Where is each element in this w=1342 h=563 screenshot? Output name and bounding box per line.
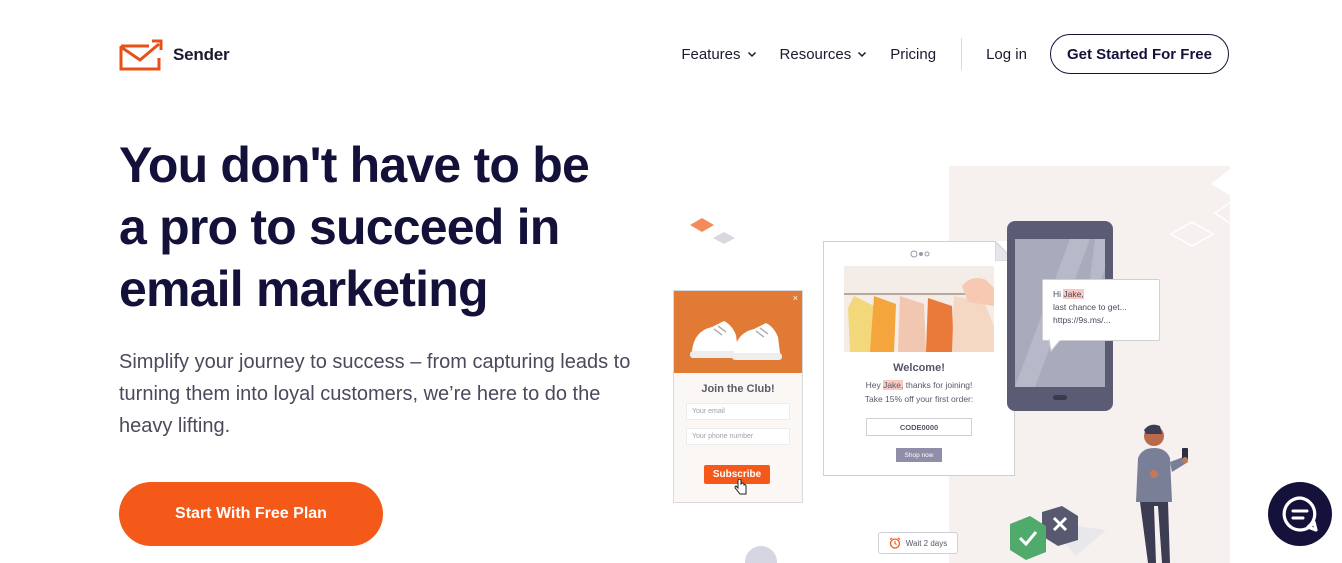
nav-features[interactable]: Features [681, 46, 756, 63]
nav-links: Features Resources Pricing Log in Get St… [681, 34, 1229, 74]
cursor-hand-icon [734, 479, 747, 495]
sms-message-bubble: Hi Jake, last chance to get... https://9… [1042, 279, 1160, 352]
nav-resources[interactable]: Resources [780, 46, 868, 63]
nav-divider [961, 38, 963, 70]
email-offer-line: Take 15% off your first order: [864, 394, 974, 404]
popup-phone-field: Your phone number [686, 428, 790, 445]
sms-greeting-line: Hi Jake, [1053, 288, 1149, 301]
popup-title: Join the Club! [701, 383, 775, 395]
clothes-rack-image [844, 266, 994, 352]
sender-logo[interactable]: Sender [119, 38, 230, 72]
wait-delay-chip: Wait 2 days [878, 532, 958, 554]
decorative-circle-icon [745, 546, 777, 563]
sneakers-icon [690, 321, 782, 360]
alarm-clock-icon [889, 537, 901, 549]
welcome-email-card: Welcome! Hey Jake, thanks for joining! T… [823, 241, 1015, 476]
hero-subtitle: Simplify your journey to success – from … [119, 351, 631, 437]
email-name-highlight: Jake, [883, 380, 904, 390]
signup-popup-card: × Join the Club! Your email Your phone n… [673, 290, 803, 503]
dots-icon [910, 250, 930, 258]
corner-shapes-icon [1211, 168, 1231, 225]
hero-title-line-2: a pro to succeed in [119, 199, 560, 255]
email-welcome-heading: Welcome! [893, 362, 945, 374]
hero-title-line-3: email marketing [119, 261, 489, 317]
shop-now-button: Shop now [896, 448, 942, 462]
envelope-logo-icon [119, 39, 163, 71]
nav-resources-label: Resources [779, 45, 852, 63]
nav-pricing-label: Pricing [890, 45, 937, 63]
phone-home-button [1053, 395, 1067, 400]
email-greeting-suffix: thanks for joining! [903, 380, 973, 390]
get-started-button[interactable]: Get Started For Free [1049, 34, 1229, 74]
top-navigation: Sender Features Resources Pricing Log in… [0, 0, 1342, 110]
coupon-code-box: CODE0000 [866, 418, 972, 436]
nav-pricing[interactable]: Pricing [890, 46, 936, 63]
chat-icon [1282, 496, 1318, 532]
hero-title-line-1: You don't have to be [119, 137, 590, 193]
nav-features-label: Features [681, 45, 741, 63]
sms-name-highlight: Jake, [1063, 289, 1084, 299]
sms-line-2: last chance to get... [1053, 302, 1127, 312]
popup-email-field: Your email [686, 403, 790, 420]
clothes-rack-icon [844, 278, 994, 352]
hero-title: You don't have to be a pro to succeed in… [119, 134, 639, 320]
chevron-down-icon [747, 51, 756, 58]
logo-text: Sender [173, 45, 230, 64]
start-free-plan-button[interactable]: Start With Free Plan [119, 482, 383, 546]
diamond-shapes-icon [690, 218, 735, 244]
email-greeting-prefix: Hey [865, 380, 884, 390]
chevron-down-icon [858, 51, 867, 58]
hero-illustration: × Join the Club! Your email Your phone n… [660, 160, 1240, 563]
sms-greeting: Hi [1053, 289, 1064, 299]
close-icon: × [792, 293, 798, 303]
sms-link: https://9s.ms/... [1053, 315, 1111, 325]
approve-reject-blocks-icon [1010, 506, 1106, 560]
chat-widget-button[interactable] [1268, 482, 1332, 546]
bubble-tail-icon [1049, 339, 1062, 352]
sneakers-image: × [674, 291, 802, 373]
login-link[interactable]: Log in [986, 46, 1027, 63]
email-greeting-line: Hey Jake, thanks for joining! [824, 380, 1014, 390]
person-with-phone-icon [1136, 424, 1188, 563]
wait-label: Wait 2 days [905, 538, 948, 548]
